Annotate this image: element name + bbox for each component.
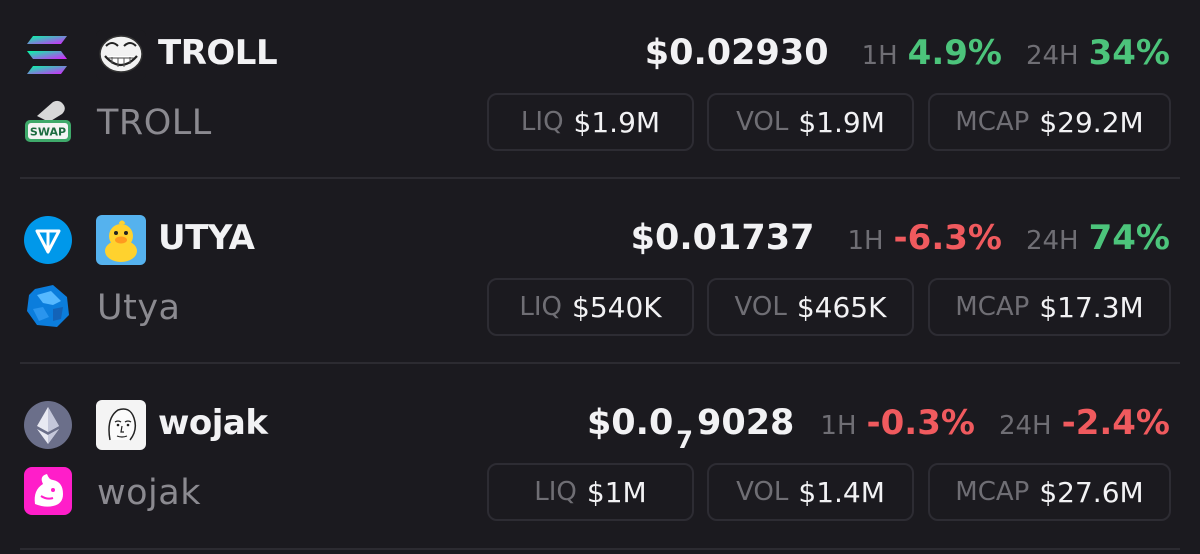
token-list: SWAP TROLL TROLL $0.02930 1H 4.9% 24H 34… <box>0 0 1200 552</box>
token-row[interactable]: wojak wojak $0.0 7 9028 1H -0.3% 24H -2.4%… <box>0 370 1200 554</box>
liq-label: LIQ <box>534 477 577 507</box>
h1-change: -6.3% <box>893 218 1002 258</box>
mcap-label: MCAP <box>955 292 1030 322</box>
liquidity-stat: LIQ $1M <box>487 463 694 521</box>
vol-value: $1.4M <box>798 475 885 509</box>
price-line: $0.02930 1H 4.9% 24H 34% <box>645 28 1170 78</box>
row-divider <box>20 362 1180 364</box>
token-name: Utya <box>97 288 181 328</box>
token-row[interactable]: UTYA Utya $0.01737 1H -6.3% 24H 74% LIQ … <box>0 185 1200 369</box>
volume-stat: VOL $1.9M <box>707 93 914 151</box>
liq-value: $1.9M <box>573 105 661 139</box>
liquidity-stat: LIQ $540K <box>487 278 694 336</box>
solana-icon <box>27 36 67 74</box>
token-price: $0.02930 <box>644 33 829 73</box>
h1-change: 4.9% <box>907 33 1002 73</box>
liq-value: $1M <box>586 475 647 509</box>
mcap-value: $17.3M <box>1039 290 1144 324</box>
h1-label: 1H <box>847 226 884 256</box>
liquidity-stat: LIQ $1.9M <box>487 93 694 151</box>
token-row[interactable]: SWAP TROLL TROLL $0.02930 1H 4.9% 24H 34… <box>0 0 1200 184</box>
swap-badge-text: SWAP <box>30 126 66 139</box>
troll-face-avatar <box>96 30 146 80</box>
h24-label: 24H <box>1025 226 1079 256</box>
row-divider <box>20 548 1180 550</box>
vol-label: VOL <box>736 477 789 507</box>
vol-label: VOL <box>734 292 787 322</box>
duck-avatar <box>96 215 146 265</box>
h24-label: 24H <box>998 411 1052 441</box>
row-divider <box>20 177 1180 179</box>
vol-label: VOL <box>736 107 789 137</box>
vol-value: $1.9M <box>798 105 885 139</box>
token-symbol: TROLL <box>158 33 278 73</box>
wojak-avatar <box>96 400 146 450</box>
volume-stat: VOL $1.4M <box>707 463 914 521</box>
liq-value: $540K <box>572 290 662 324</box>
mcap-label: MCAP <box>955 107 1030 137</box>
price-line: $0.0 7 9028 1H -0.3% 24H -2.4% <box>586 398 1170 454</box>
token-symbol: UTYA <box>158 218 255 258</box>
h24-change: 74% <box>1088 218 1170 258</box>
token-name: TROLL <box>97 103 212 143</box>
stonfi-icon <box>27 285 69 327</box>
mcap-label: MCAP <box>955 477 1030 507</box>
liq-label: LIQ <box>519 292 562 322</box>
h1-change: -0.3% <box>866 403 975 443</box>
ethereum-icon <box>24 401 72 449</box>
h24-label: 24H <box>1025 41 1079 71</box>
mcap-value: $29.2M <box>1039 105 1144 139</box>
market-cap-stat: MCAP $27.6M <box>928 463 1171 521</box>
token-symbol: wojak <box>158 403 268 443</box>
h24-change: -2.4% <box>1061 403 1170 443</box>
ton-icon <box>24 216 72 264</box>
price-line: $0.01737 1H -6.3% 24H 74% <box>631 213 1170 263</box>
token-price: $0.0 7 9028 <box>586 403 795 454</box>
h1-label: 1H <box>861 41 898 71</box>
volume-stat: VOL $465K <box>707 278 914 336</box>
market-cap-stat: MCAP $29.2M <box>928 93 1171 151</box>
market-cap-stat: MCAP $17.3M <box>928 278 1171 336</box>
liq-label: LIQ <box>520 107 564 137</box>
h24-change: 34% <box>1088 33 1170 73</box>
mcap-value: $27.6M <box>1039 475 1144 509</box>
vol-value: $465K <box>796 290 887 324</box>
uniswap-icon <box>24 467 72 515</box>
swap-badge-icon: SWAP <box>25 100 71 142</box>
token-name: wojak <box>97 473 201 513</box>
token-price: $0.01737 <box>630 218 815 258</box>
h1-label: 1H <box>820 411 857 441</box>
